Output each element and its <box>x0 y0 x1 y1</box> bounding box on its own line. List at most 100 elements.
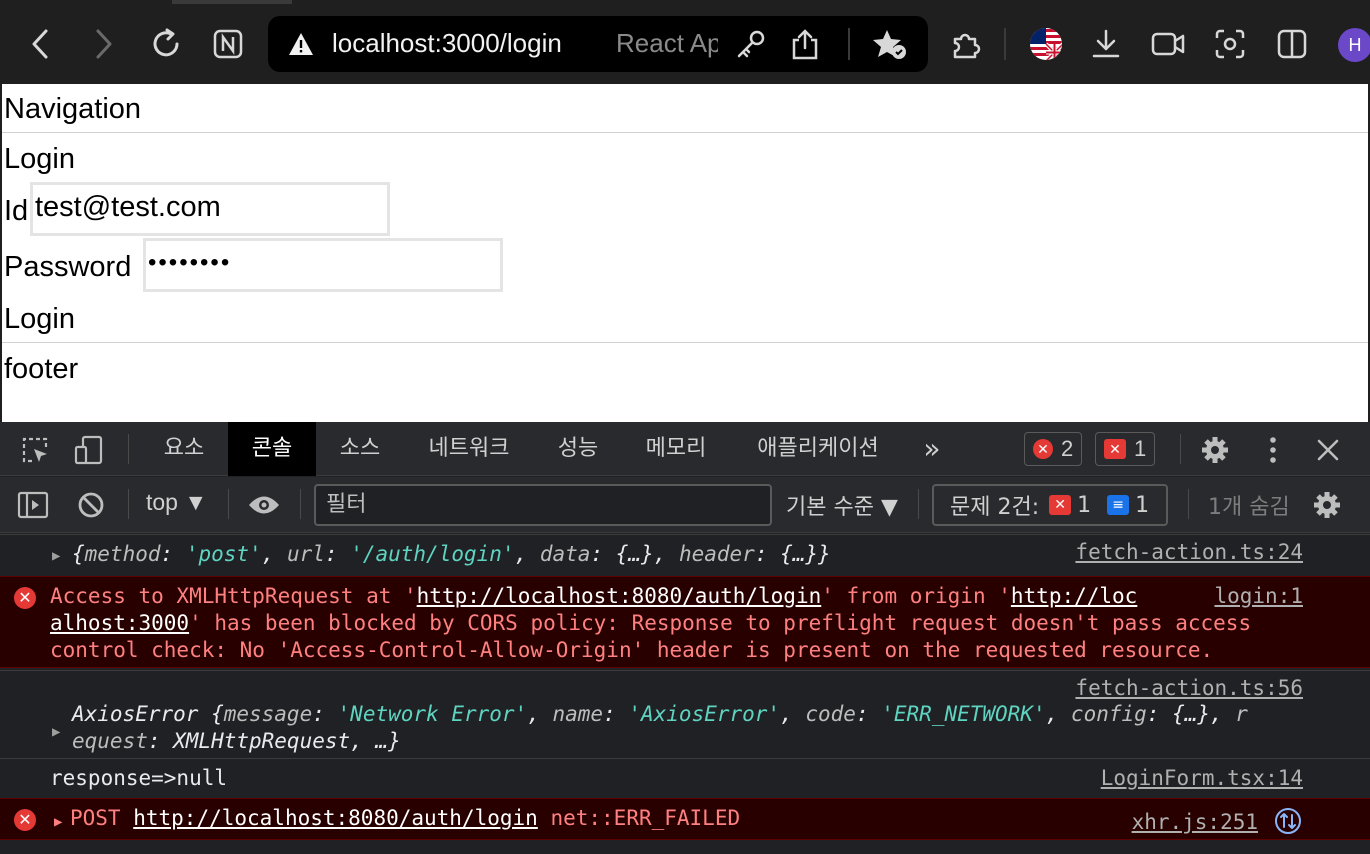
login-button[interactable]: Login <box>4 302 75 336</box>
object-key: data <box>539 542 591 566</box>
console-toolbar-divider-4 <box>918 489 919 519</box>
avatar[interactable]: H <box>1338 28 1370 62</box>
chevron-left-icon <box>32 29 48 59</box>
footer-divider <box>2 342 1368 343</box>
object-key: method <box>84 542 161 566</box>
settings-gear-icon[interactable] <box>1198 434 1232 466</box>
tab-application[interactable]: 애플리케이션 <box>736 422 900 476</box>
error-count-badge[interactable]: ✕ 2 <box>1024 432 1083 466</box>
console-error-message[interactable]: ✕ Access to XMLHttpRequest at 'http://lo… <box>0 576 1370 668</box>
error-circle-icon: ✕ <box>1033 439 1053 459</box>
live-expression-eye-icon[interactable] <box>246 489 282 521</box>
string-value: 'AxiosError' <box>628 702 781 726</box>
issues-info-count: 1 <box>1135 492 1150 518</box>
uk-us-flag-icon <box>1030 28 1062 60</box>
clear-console-icon[interactable] <box>74 489 108 521</box>
punctuation: : XMLHttpRequest, …} <box>147 729 401 753</box>
tab-sources[interactable]: 소스 <box>324 422 396 476</box>
http-method: POST <box>70 806 121 830</box>
console-message[interactable]: response=>null LoginForm.tsx:14 <box>0 758 1370 796</box>
console-toolbar: top ▼ 필터 기본 수준 ▼ 문제 2건: ✕ 1 ≡ 1 1개 숨김 <box>0 477 1370 533</box>
screenshot-icon <box>1215 29 1245 59</box>
sidebar-button[interactable] <box>1272 24 1312 64</box>
source-link[interactable]: xhr.js:251 <box>1132 809 1258 836</box>
video-button[interactable] <box>1148 24 1188 64</box>
translate-button[interactable] <box>1026 24 1066 64</box>
sidebar-icon <box>1277 29 1307 59</box>
page-title: React App <box>616 28 718 58</box>
key-icon[interactable] <box>734 28 768 65</box>
console-error-message[interactable]: ✕ ▶ POST http://localhost:8080/auth/logi… <box>0 798 1370 840</box>
expand-caret-icon[interactable]: ▶ <box>52 543 60 570</box>
request-url-link[interactable]: http://localhost:8080/auth/login <box>133 806 538 830</box>
password-input[interactable]: •••••••• <box>143 238 503 292</box>
toolbar-divider <box>1004 28 1006 60</box>
punctuation: : {…}, <box>1146 702 1236 726</box>
url-text[interactable]: localhost:3000/login <box>332 28 562 59</box>
extensions-button[interactable] <box>946 24 986 64</box>
address-bar[interactable]: localhost:3000/login React App <box>268 16 928 72</box>
back-button[interactable] <box>20 24 60 64</box>
network-request-icon[interactable] <box>1274 807 1302 842</box>
device-toolbar-icon[interactable] <box>72 434 106 466</box>
more-tabs-button[interactable]: » <box>910 422 954 476</box>
string-value: 'post' <box>185 542 262 566</box>
warning-count: 1 <box>1134 436 1147 461</box>
id-input[interactable]: test@test.com <box>30 182 390 236</box>
expand-caret-icon[interactable]: ▶ <box>54 809 62 836</box>
error-text-part: control check: No 'Access-Control-Allow-… <box>50 638 1214 662</box>
punctuation: , <box>261 542 287 566</box>
reload-button[interactable] <box>146 24 186 64</box>
sidebar-toggle-icon[interactable] <box>16 489 50 521</box>
error-text: Access to XMLHttpRequest at 'http://loca… <box>50 583 1251 664</box>
log-levels-dropdown[interactable]: 기본 수준 ▼ <box>786 489 898 521</box>
source-link[interactable]: fetch-action.ts:56 <box>1075 675 1303 702</box>
favorites-star-icon[interactable] <box>872 28 908 65</box>
issues-error-count: 1 <box>1077 492 1092 518</box>
punctuation: { <box>72 542 85 566</box>
source-link[interactable]: login:1 <box>1214 583 1303 610</box>
console-toolbar-divider-5 <box>1188 489 1189 519</box>
close-icon[interactable] <box>1312 434 1344 466</box>
log-text: response=>null <box>50 766 228 790</box>
forward-button[interactable] <box>84 24 124 64</box>
log-object-text: {method: 'post', url: '/auth/login', dat… <box>72 541 831 568</box>
error-url-link[interactable]: http://localhost:8080/auth/login <box>417 584 822 608</box>
error-text-part: ' has been blocked by CORS policy: Respo… <box>189 611 1252 635</box>
origin-link[interactable]: alhost:3000 <box>50 611 189 635</box>
tab-memory[interactable]: 메모리 <box>630 422 722 476</box>
punctuation: : <box>324 542 351 566</box>
source-link[interactable]: LoginForm.tsx:14 <box>1101 765 1303 792</box>
nav-divider <box>2 132 1368 133</box>
footer-text: footer <box>4 353 79 385</box>
filter-input[interactable]: 필터 <box>314 484 772 526</box>
error-status: net::ERR_FAILED <box>550 806 741 830</box>
share-icon[interactable] <box>790 28 820 65</box>
origin-link[interactable]: http://loc <box>1011 584 1137 608</box>
punctuation: , <box>527 702 553 726</box>
inspect-element-icon[interactable] <box>18 434 52 466</box>
more-options-icon[interactable] <box>1258 434 1288 466</box>
console-settings-gear-icon[interactable] <box>1310 489 1344 521</box>
issues-button[interactable]: 문제 2건: ✕ 1 ≡ 1 <box>932 484 1168 526</box>
tab-network[interactable]: 네트워크 <box>410 422 528 476</box>
warning-count-badge[interactable]: ✕ 1 <box>1095 432 1156 466</box>
console-message[interactable]: fetch-action.ts:56 ▶ AxiosError {message… <box>0 670 1370 756</box>
punctuation: , <box>780 702 806 726</box>
console-message[interactable]: ▶ {method: 'post', url: '/auth/login', d… <box>0 534 1370 574</box>
context-selector[interactable]: top ▼ <box>146 489 207 516</box>
nav-text: Navigation <box>4 93 142 125</box>
devtools-panel: 요소 콘솔 소스 네트워크 성능 메모리 애플리케이션 » ✕ 2 ✕ 1 to… <box>0 422 1370 854</box>
devtools-tabbar: 요소 콘솔 소스 네트워크 성능 메모리 애플리케이션 » ✕ 2 ✕ 1 <box>0 422 1370 476</box>
chevron-right-icon <box>96 29 112 59</box>
expand-caret-icon[interactable]: ▶ <box>52 719 60 746</box>
error-count: 2 <box>1061 436 1074 461</box>
axios-error-object: AxiosError {message: 'Network Error', na… <box>72 701 1248 755</box>
downloads-button[interactable] <box>1086 24 1126 64</box>
tab-console[interactable]: 콘솔 <box>228 422 316 476</box>
source-link[interactable]: fetch-action.ts:24 <box>1075 539 1303 566</box>
screenshot-button[interactable] <box>1210 24 1250 64</box>
tab-performance[interactable]: 성능 <box>540 422 616 476</box>
tab-elements[interactable]: 요소 <box>148 422 220 476</box>
notion-extension-button[interactable] <box>208 24 248 64</box>
